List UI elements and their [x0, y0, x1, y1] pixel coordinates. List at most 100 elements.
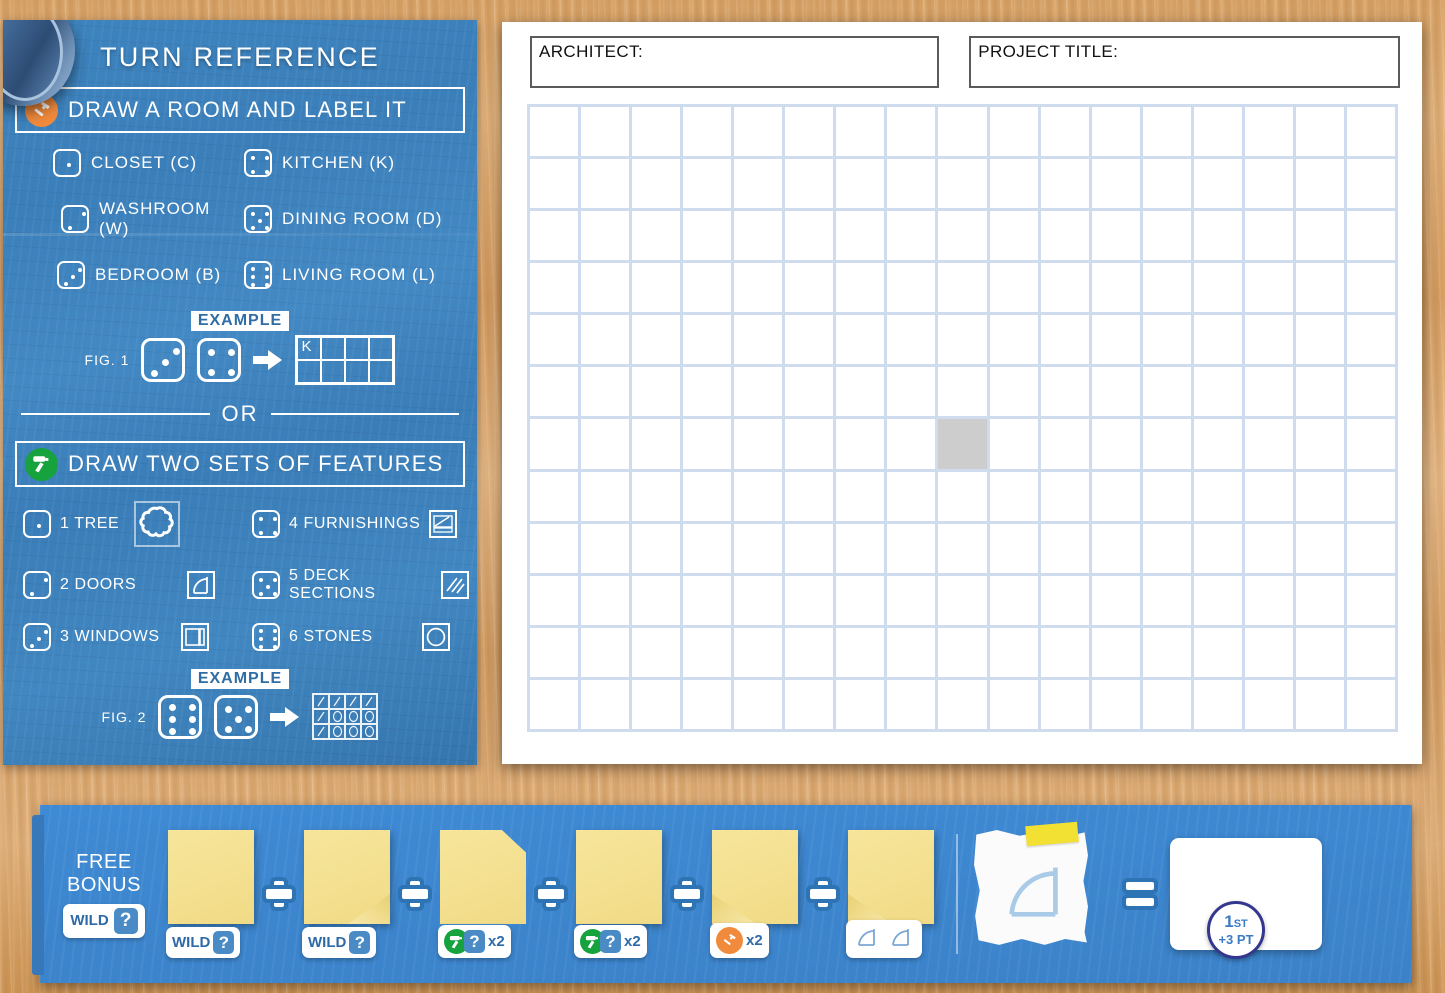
plan-grid-cell[interactable]: [530, 419, 578, 468]
plan-grid-cell[interactable]: [734, 263, 782, 312]
plan-grid-cell[interactable]: [1194, 524, 1242, 573]
plan-grid-cell[interactable]: [734, 315, 782, 364]
plan-grid-cell[interactable]: [1041, 367, 1089, 416]
plan-grid-cell[interactable]: [683, 367, 731, 416]
sticky-note[interactable]: [576, 830, 662, 924]
plan-grid-cell[interactable]: [683, 159, 731, 208]
plan-grid-cell[interactable]: [683, 419, 731, 468]
plan-grid-cell[interactable]: [1347, 680, 1395, 729]
plan-grid-cell[interactable]: [1347, 472, 1395, 521]
plan-grid-cell[interactable]: [1347, 628, 1395, 677]
plan-grid-cell[interactable]: [1092, 315, 1140, 364]
plan-grid-cell[interactable]: [734, 107, 782, 156]
plan-grid-cell[interactable]: [1347, 576, 1395, 625]
plan-grid-cell[interactable]: [887, 419, 935, 468]
plan-grid-cell[interactable]: [1092, 524, 1140, 573]
plan-grid-cell[interactable]: [1143, 680, 1191, 729]
plan-grid-cell[interactable]: [1092, 211, 1140, 260]
plan-grid-cell[interactable]: [683, 576, 731, 625]
plan-grid-cell[interactable]: [785, 419, 833, 468]
plan-grid-cell[interactable]: [887, 628, 935, 677]
plan-grid-cell[interactable]: [990, 628, 1038, 677]
plan-grid-cell[interactable]: [938, 315, 986, 364]
plan-grid-cell[interactable]: [530, 472, 578, 521]
floor-plan-grid[interactable]: [527, 104, 1398, 732]
plan-grid-cell[interactable]: [1347, 419, 1395, 468]
plan-grid-cell[interactable]: [1041, 159, 1089, 208]
plan-grid-cell[interactable]: [581, 576, 629, 625]
bonus-slot-3[interactable]: ? x2: [440, 830, 526, 958]
plan-grid-cell[interactable]: [1296, 263, 1344, 312]
plan-grid-cell[interactable]: [887, 211, 935, 260]
plan-grid-cell[interactable]: [1092, 680, 1140, 729]
plan-grid-cell[interactable]: [1143, 472, 1191, 521]
plan-grid-cell[interactable]: [1245, 315, 1293, 364]
plan-grid-cell[interactable]: [581, 367, 629, 416]
plan-grid-cell[interactable]: [581, 107, 629, 156]
bonus-slot-1[interactable]: WILD ?: [168, 830, 254, 958]
plan-grid-cell[interactable]: [990, 472, 1038, 521]
plan-grid-cell[interactable]: [990, 263, 1038, 312]
plan-grid-cell[interactable]: [836, 159, 884, 208]
plan-grid-cell[interactable]: [887, 576, 935, 625]
plan-grid-cell[interactable]: [1143, 107, 1191, 156]
plan-grid-cell[interactable]: [632, 576, 680, 625]
plan-grid-cell[interactable]: [1041, 680, 1089, 729]
plan-grid-cell[interactable]: [938, 628, 986, 677]
plan-grid-cell[interactable]: [1245, 472, 1293, 521]
plan-grid-cell[interactable]: [938, 367, 986, 416]
plan-grid-cell[interactable]: [1143, 159, 1191, 208]
plan-grid-cell[interactable]: [530, 524, 578, 573]
plan-grid-cell[interactable]: [632, 107, 680, 156]
sticky-note[interactable]: [168, 830, 254, 924]
plan-grid-cell[interactable]: [1041, 524, 1089, 573]
plan-grid-cell[interactable]: [1194, 419, 1242, 468]
plan-grid-cell[interactable]: [1041, 263, 1089, 312]
plan-grid-cell[interactable]: [1347, 524, 1395, 573]
plan-grid-cell[interactable]: [1245, 107, 1293, 156]
plan-grid-cell[interactable]: [1245, 628, 1293, 677]
plan-grid-cell[interactable]: [1296, 107, 1344, 156]
plan-grid-cell[interactable]: [530, 159, 578, 208]
plan-grid-cell[interactable]: [1245, 419, 1293, 468]
plan-grid-cell[interactable]: [1296, 628, 1344, 677]
plan-grid-cell[interactable]: [1194, 628, 1242, 677]
plan-grid-cell[interactable]: [530, 211, 578, 260]
plan-grid-cell[interactable]: [887, 524, 935, 573]
plan-grid-cell[interactable]: [683, 524, 731, 573]
plan-grid-cell[interactable]: [581, 472, 629, 521]
plan-grid-cell[interactable]: [1092, 628, 1140, 677]
plan-grid-cell[interactable]: [887, 367, 935, 416]
plan-grid-cell[interactable]: [1245, 367, 1293, 416]
plan-grid-cell[interactable]: [1092, 159, 1140, 208]
plan-grid-cell[interactable]: [1143, 419, 1191, 468]
plan-grid-cell[interactable]: [1092, 472, 1140, 521]
plan-grid-cell[interactable]: [1194, 211, 1242, 260]
plan-grid-cell[interactable]: [836, 367, 884, 416]
bonus-slot-6-chip[interactable]: [846, 920, 922, 958]
plan-grid-cell[interactable]: [836, 315, 884, 364]
bonus-slot-4[interactable]: ? x2: [576, 830, 662, 958]
plan-grid-cell[interactable]: [1245, 211, 1293, 260]
plan-grid-cell[interactable]: [530, 628, 578, 677]
plan-grid-cell[interactable]: [530, 680, 578, 729]
plan-grid-cell[interactable]: [785, 211, 833, 260]
plan-grid-cell[interactable]: [1245, 680, 1293, 729]
plan-grid-cell[interactable]: [1194, 472, 1242, 521]
plan-grid-cell[interactable]: [938, 211, 986, 260]
plan-grid-cell[interactable]: [1092, 576, 1140, 625]
plan-grid-cell[interactable]: [990, 524, 1038, 573]
plan-grid-cell[interactable]: [938, 472, 986, 521]
plan-grid-cell[interactable]: [632, 680, 680, 729]
plan-grid-cell[interactable]: [1092, 419, 1140, 468]
plan-grid-cell[interactable]: [1296, 524, 1344, 573]
plan-grid-cell[interactable]: [938, 576, 986, 625]
plan-grid-cell[interactable]: [1347, 315, 1395, 364]
plan-grid-cell[interactable]: [1245, 576, 1293, 625]
plan-grid-cell[interactable]: [785, 524, 833, 573]
plan-grid-cell[interactable]: [683, 472, 731, 521]
plan-grid-cell[interactable]: [785, 367, 833, 416]
plan-grid-cell[interactable]: [1347, 263, 1395, 312]
plan-grid-cell[interactable]: [1092, 367, 1140, 416]
plan-grid-cell[interactable]: [1092, 107, 1140, 156]
